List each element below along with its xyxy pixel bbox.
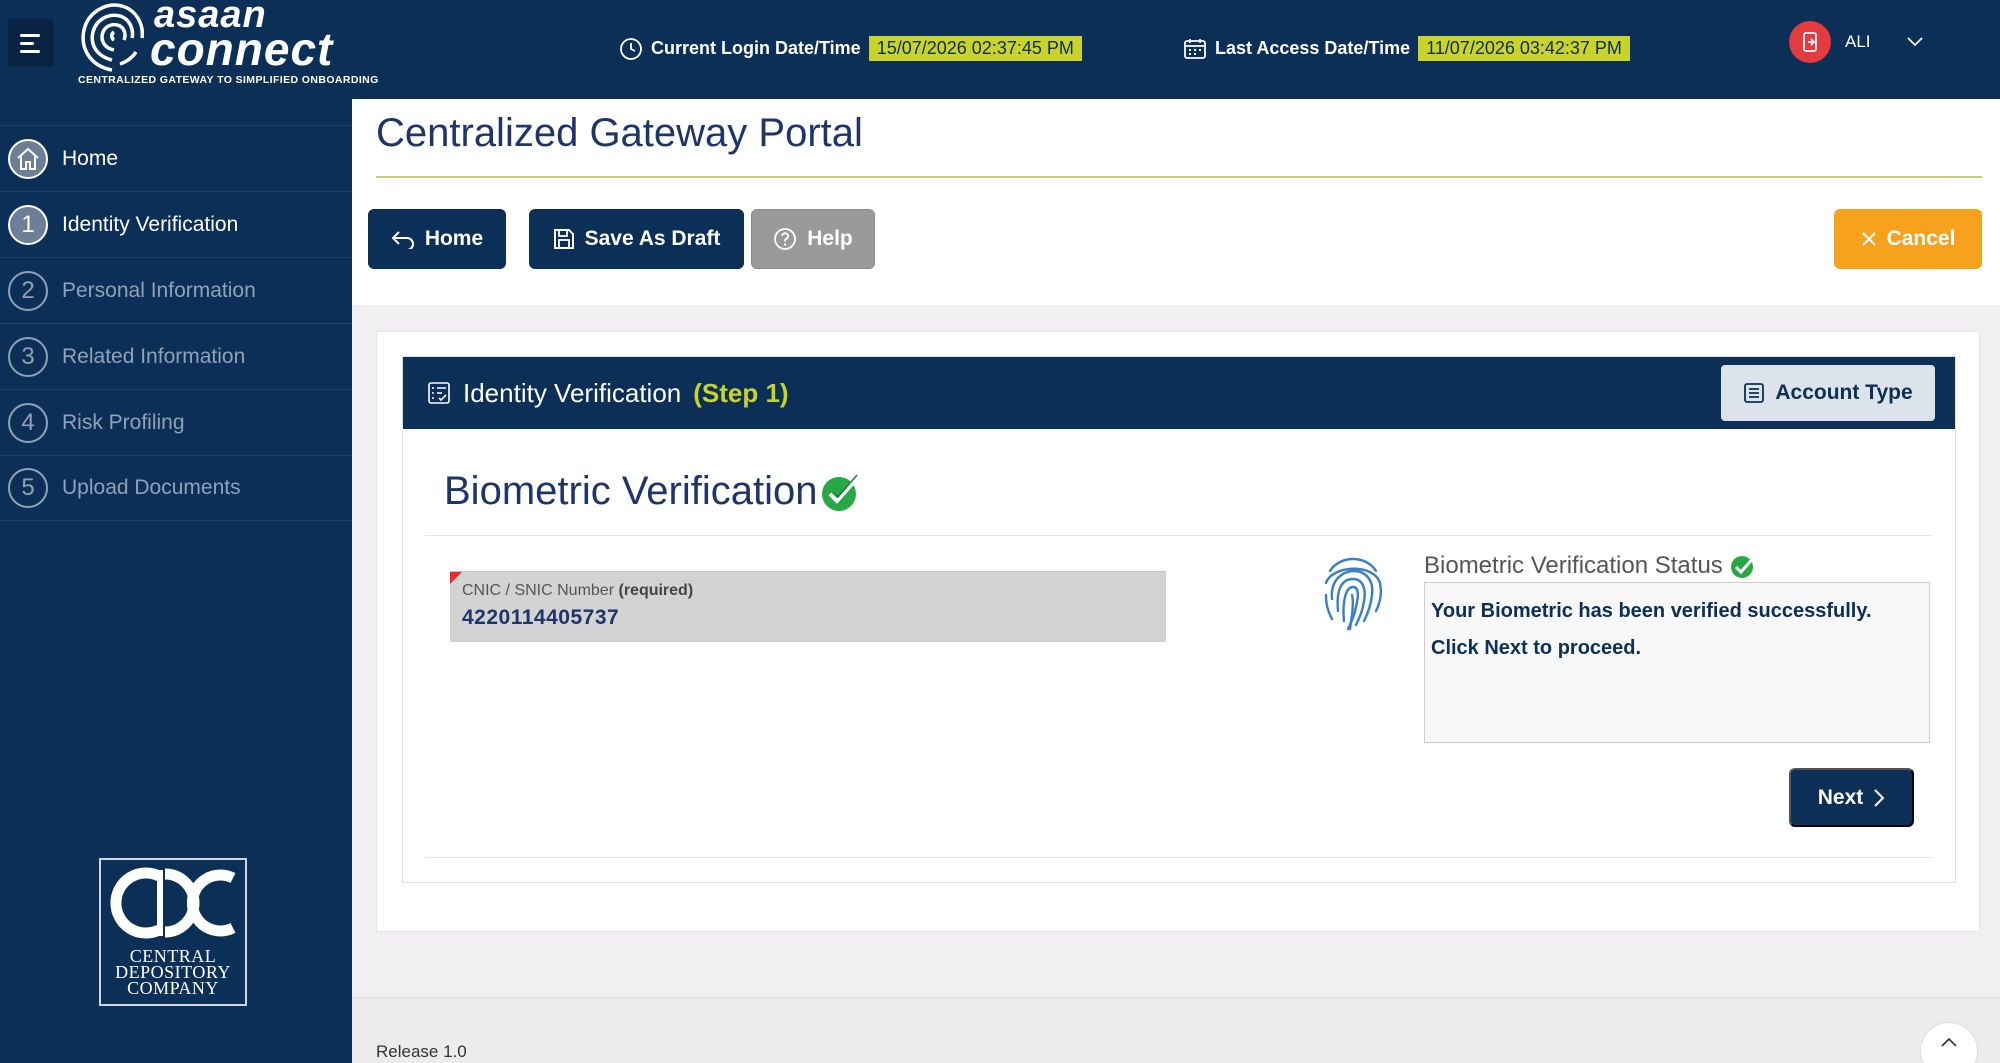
main-content: Centralized Gateway Portal Home Save As … [352,99,2000,1063]
help-button[interactable]: Help [751,209,875,269]
current-login-info: Current Login Date/Time 15/07/2026 02:37… [619,36,1082,61]
back-arrow-icon [391,231,414,249]
chevron-down-icon[interactable] [1906,37,1923,47]
asaan-connect-logo[interactable]: asaan connect CENTRALIZED GATEWAY TO SIM… [76,0,378,95]
top-header: asaan connect CENTRALIZED GATEWAY TO SIM… [0,0,2000,99]
sidebar-item-label: Home [62,146,119,170]
hamburger-menu-icon[interactable] [8,19,54,67]
section-divider [425,857,1933,858]
verified-check-icon [1730,554,1757,578]
page-header: Centralized Gateway Portal Home Save As … [352,99,2000,305]
logo-tagline: CENTRALIZED GATEWAY TO SIMPLIFIED ONBOAR… [78,74,379,86]
house-icon [8,138,48,179]
sidebar-item-upload-documents[interactable]: 5 Upload Documents [0,455,352,521]
home-button[interactable]: Home [368,209,506,269]
status-message-line: Click Next to proceed. [1431,637,1642,659]
chevron-up-icon [1941,1037,1957,1047]
release-version: Release 1.0 [376,1042,467,1061]
sidebar-item-label: Risk Profiling [62,410,185,434]
panel-header: Identity Verification (Step 1) Account T… [403,357,1955,429]
section-divider [425,535,1933,536]
user-name[interactable]: ALI [1845,32,1871,52]
scroll-to-top-button[interactable] [1920,1022,1978,1063]
step-number: 2 [8,270,48,311]
verification-card: Identity Verification (Step 1) Account T… [376,331,1980,932]
status-message-box: Your Biometric has been verified success… [1424,582,1930,743]
sidebar-item-identity-verification[interactable]: 1 Identity Verification [0,191,352,257]
list-icon [1744,383,1765,403]
panel-step: (Step 1) [693,377,789,408]
required-marker [450,572,462,584]
verified-check-icon [822,474,861,511]
current-login-value: 15/07/2026 02:37:45 PM [868,36,1082,61]
question-circle-icon [774,228,797,250]
sidebar-item-label: Identity Verification [62,212,239,236]
status-message-line: Your Biometric has been verified success… [1431,600,1872,622]
sidebar-item-label: Upload Documents [62,476,241,499]
user-menu[interactable]: ALI [1789,21,1923,63]
current-login-label: Current Login Date/Time [651,38,861,58]
calendar-icon [1184,38,1206,59]
page-title: Centralized Gateway Portal [376,111,863,155]
fingerprint-logo-icon [81,3,145,72]
step-number: 3 [8,336,48,377]
sidebar-item-risk-profiling[interactable]: 4 Risk Profiling [0,389,352,455]
step-number: 1 [8,204,48,245]
account-type-button[interactable]: Account Type [1721,365,1935,421]
identity-verification-panel: Identity Verification (Step 1) Account T… [402,356,1956,883]
sidebar-item-related-information[interactable]: 3 Related Information [0,323,352,389]
checklist-icon [428,382,450,404]
section-title: Biometric Verification [444,469,863,514]
floppy-disk-icon [553,229,574,249]
save-as-draft-button[interactable]: Save As Draft [529,209,744,269]
cdc-logo-text: CENTRAL DEPOSITORY COMPANY [115,946,231,998]
sidebar-item-home[interactable]: Home [0,125,352,191]
logo-word-connect: connect [150,23,334,75]
title-divider [376,176,1982,178]
panel-title: Identity Verification [463,377,682,408]
fingerprint-icon [1324,557,1382,631]
step-number: 4 [8,402,48,443]
clock-icon [620,37,642,60]
sidebar-item-label: Personal Information [62,278,256,302]
next-button[interactable]: Next [1789,768,1914,827]
cdc-monogram-icon [110,867,236,939]
cnic-field[interactable]: CNIC / SNIC Number (required) 4220114405… [450,571,1166,642]
status-label: Biometric Verification Status [1424,551,1759,581]
sidebar-item-label: Related Information [62,344,246,368]
cdc-company-logo: CENTRAL DEPOSITORY COMPANY [99,858,247,1006]
close-icon [1861,232,1876,246]
sidebar: Home 1 Identity Verification 2 Personal … [0,99,352,1063]
logout-icon[interactable] [1789,21,1831,63]
cancel-button[interactable]: Cancel [1834,209,1982,269]
last-access-value: 11/07/2026 03:42:37 PM [1418,36,1630,61]
cnic-label: CNIC / SNIC Number (required) [462,582,694,599]
sidebar-item-personal-information[interactable]: 2 Personal Information [0,257,352,323]
chevron-right-icon [1874,788,1885,807]
last-access-label: Last Access Date/Time [1215,38,1411,58]
cnic-value: 4220114405737 [462,606,620,629]
footer: Release 1.0 [352,997,2000,1063]
step-number: 5 [8,468,48,508]
last-access-info: Last Access Date/Time 11/07/2026 03:42:3… [1183,36,1630,61]
